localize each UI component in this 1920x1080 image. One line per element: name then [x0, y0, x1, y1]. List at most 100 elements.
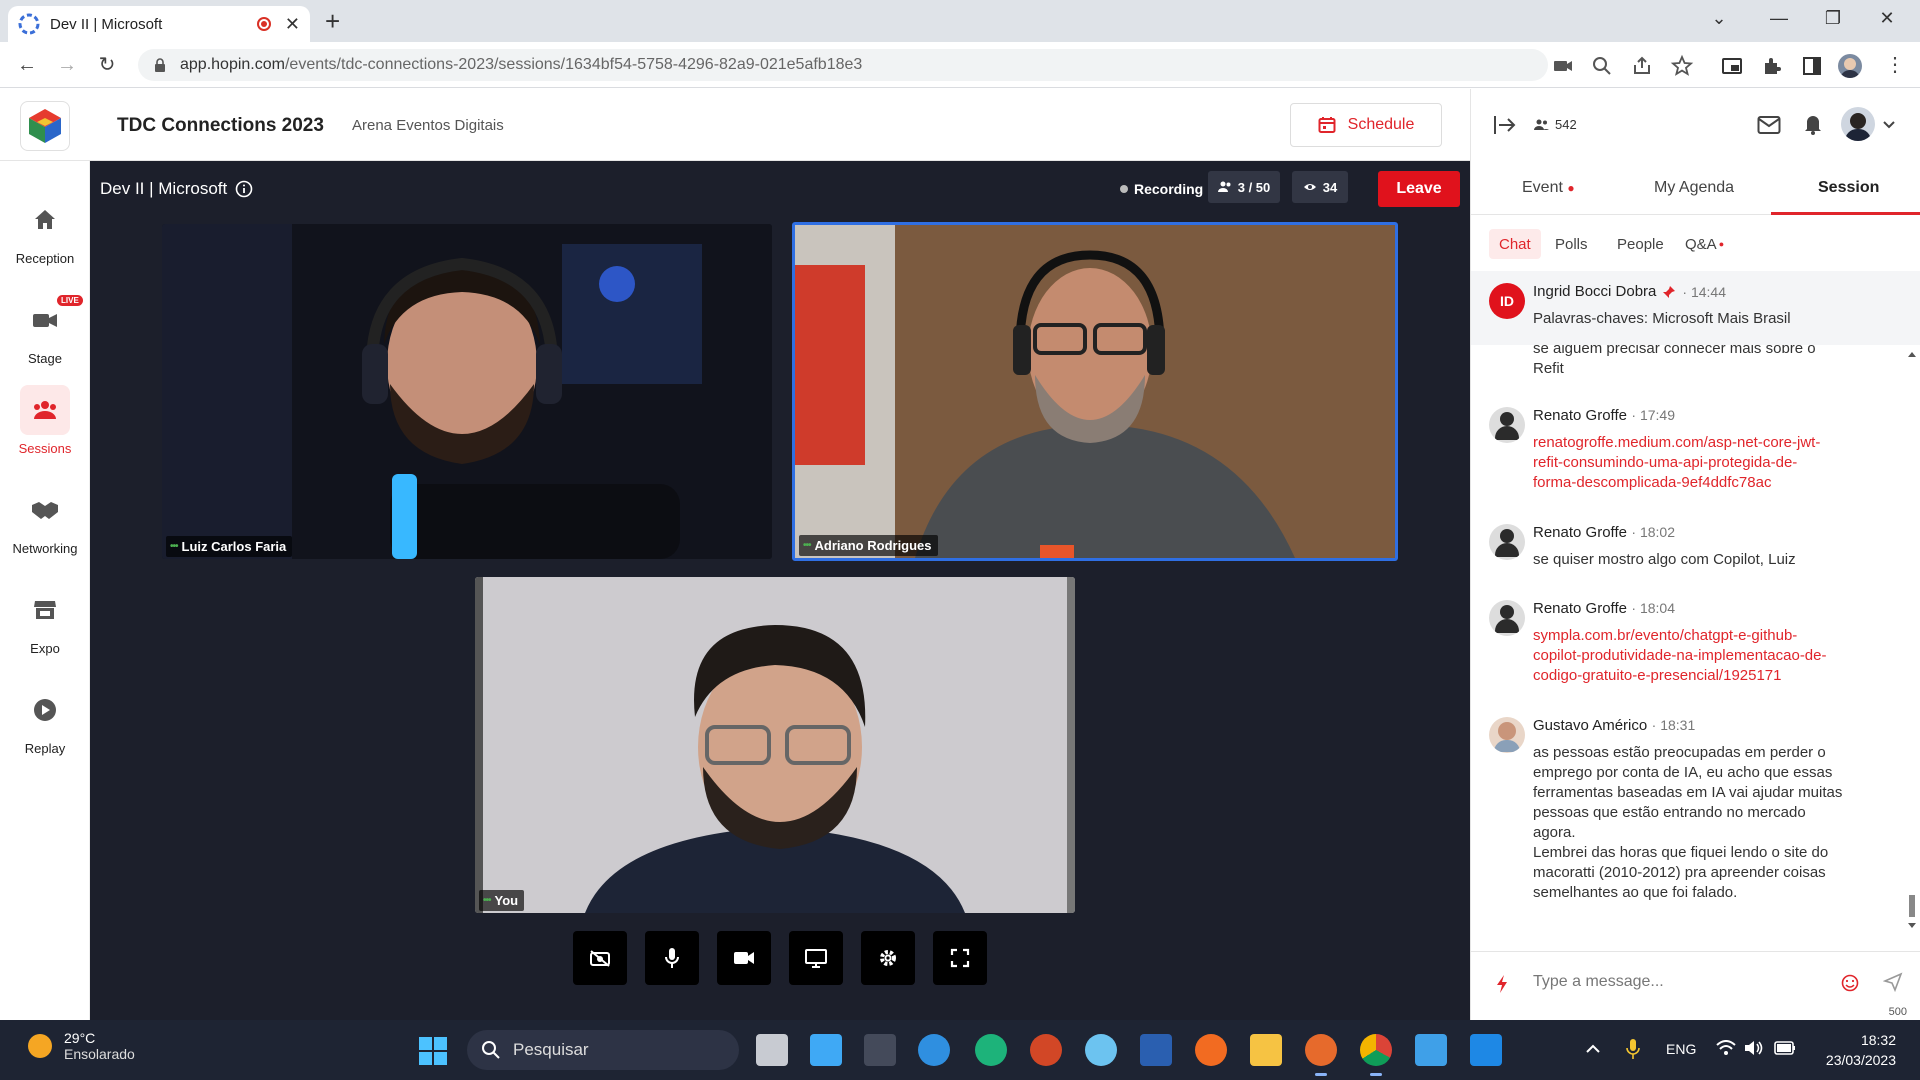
- extensions-puzzle-icon[interactable]: [1760, 54, 1784, 78]
- speaker-video-feed: [162, 224, 772, 559]
- unread-dot-icon: ●: [1718, 239, 1725, 249]
- tab-search-chevron-icon[interactable]: ⌄: [1704, 8, 1734, 29]
- nav-item-replay[interactable]: Replay: [0, 685, 90, 756]
- message-link[interactable]: codigo-gratuito-e-presencial/1925171: [1533, 666, 1898, 686]
- participant-name-label: ••• You: [479, 890, 525, 911]
- video-tile-luiz[interactable]: ••• Luiz Carlos Faria: [162, 224, 772, 559]
- message-link[interactable]: copilot-produtividade-na-implementacao-d…: [1533, 646, 1898, 666]
- video-button[interactable]: [717, 931, 771, 985]
- firefox-icon[interactable]: [1305, 1034, 1337, 1076]
- camera-toggle-button[interactable]: [573, 931, 627, 985]
- video-tile-you[interactable]: ••• You: [475, 577, 1075, 913]
- nav-item-expo[interactable]: Expo: [0, 585, 90, 656]
- microphone-icon: [665, 948, 679, 968]
- taskbar-search[interactable]: Pesquisar: [467, 1030, 739, 1070]
- event-title: TDC Connections 2023: [117, 115, 324, 136]
- attendee-count[interactable]: 542: [1533, 117, 1577, 132]
- nav-item-reception[interactable]: Reception: [0, 195, 90, 266]
- event-logo[interactable]: [20, 101, 70, 151]
- participants-count[interactable]: 3 / 50: [1208, 171, 1280, 203]
- browser-menu-icon[interactable]: ⋮: [1882, 52, 1908, 78]
- notification-bell-icon[interactable]: [1803, 113, 1823, 135]
- chevron-up-icon[interactable]: [1586, 1044, 1600, 1054]
- tab-session[interactable]: Session: [1818, 179, 1879, 197]
- restore-window-icon[interactable]: ❐: [1818, 8, 1848, 29]
- vpn-globe-icon[interactable]: [1085, 1034, 1117, 1066]
- close-tab-icon[interactable]: ✕: [285, 14, 300, 35]
- wifi-icon[interactable]: [1716, 1040, 1736, 1056]
- event-organizer[interactable]: Arena Eventos Digitais: [352, 117, 504, 134]
- message-link[interactable]: sympla.com.br/evento/chatgpt-e-github-: [1533, 626, 1898, 646]
- emoji-icon[interactable]: [1841, 974, 1859, 992]
- taskbar-clock[interactable]: 18:32 23/03/2023: [1826, 1030, 1896, 1070]
- postman-icon[interactable]: [1195, 1034, 1227, 1066]
- mail-icon[interactable]: [1757, 115, 1781, 135]
- camera-indicator-icon[interactable]: [1551, 54, 1575, 78]
- chat-messages[interactable]: se alguem precisar conhecer mais sobre o…: [1471, 345, 1903, 935]
- weather-widget[interactable]: 29°C Ensolarado: [28, 1030, 135, 1062]
- close-window-icon[interactable]: ✕: [1872, 8, 1902, 29]
- leave-button[interactable]: Leave: [1378, 171, 1460, 207]
- chrome-icon[interactable]: [1360, 1034, 1392, 1076]
- picture-in-picture-icon[interactable]: [1720, 54, 1744, 78]
- subtab-polls[interactable]: Polls: [1545, 229, 1598, 259]
- browser-profile-avatar[interactable]: [1838, 54, 1862, 78]
- nav-item-networking[interactable]: Networking: [0, 485, 90, 556]
- subtab-chat[interactable]: Chat: [1489, 229, 1541, 259]
- message-link[interactable]: refit-consumindo-uma-api-protegida-de-: [1533, 453, 1898, 473]
- microphone-in-use-icon[interactable]: [1626, 1038, 1640, 1060]
- message-line: pessoas que estão entrando no mercado: [1533, 804, 1806, 821]
- subtab-people[interactable]: People: [1607, 229, 1674, 259]
- collapse-panel-icon[interactable]: [1493, 114, 1517, 136]
- windows-start-icon[interactable]: [418, 1036, 448, 1066]
- info-icon[interactable]: [235, 180, 253, 198]
- new-tab-button[interactable]: +: [325, 6, 340, 37]
- side-panel-icon[interactable]: [1800, 54, 1824, 78]
- video-tile-adriano[interactable]: ••• Adriano Rodrigues: [792, 222, 1398, 561]
- table-app-icon[interactable]: [1140, 1034, 1172, 1066]
- message-link[interactable]: forma-descomplicada-9ef4ddfc78ac: [1533, 473, 1898, 493]
- nav-item-sessions[interactable]: Sessions: [0, 385, 90, 456]
- lightning-icon[interactable]: [1495, 974, 1509, 994]
- settings-button[interactable]: [861, 931, 915, 985]
- nav-item-stage[interactable]: LIVE Stage: [0, 295, 90, 366]
- tab-event[interactable]: Event ●: [1522, 179, 1575, 197]
- participants-value: 3 / 50: [1237, 179, 1271, 195]
- user-avatar[interactable]: [1841, 107, 1875, 141]
- powerpoint-icon[interactable]: [1030, 1034, 1062, 1066]
- tab-my-agenda[interactable]: My Agenda: [1654, 179, 1734, 197]
- reload-icon[interactable]: ↻: [94, 52, 120, 78]
- recording-dot-icon: [1120, 185, 1128, 193]
- forward-arrow-icon[interactable]: →: [54, 52, 80, 78]
- message-input[interactable]: [1533, 968, 1833, 996]
- schedule-button[interactable]: Schedule: [1290, 103, 1442, 147]
- minimize-window-icon[interactable]: —: [1764, 8, 1794, 29]
- battery-charging-icon[interactable]: [1774, 1041, 1796, 1055]
- avatar: [1489, 524, 1525, 560]
- chevron-down-icon[interactable]: [1883, 121, 1895, 129]
- browser-tab[interactable]: Dev II | Microsoft ✕: [8, 6, 310, 42]
- subtab-qa[interactable]: Q&A ●: [1675, 229, 1734, 259]
- notepad-icon[interactable]: [1415, 1034, 1447, 1066]
- azure-data-studio-icon[interactable]: [918, 1034, 950, 1066]
- screen-share-button[interactable]: [789, 931, 843, 985]
- message-link[interactable]: renatogroffe.medium.com/asp-net-core-jwt…: [1533, 433, 1898, 453]
- share-icon[interactable]: [1630, 54, 1654, 78]
- lock-icon: [155, 58, 165, 72]
- azure-storage-icon[interactable]: [810, 1034, 842, 1066]
- vscode-icon[interactable]: [1470, 1034, 1502, 1066]
- fullscreen-button[interactable]: [933, 931, 987, 985]
- zoom-icon[interactable]: [1590, 54, 1614, 78]
- input-language[interactable]: ENG: [1666, 1041, 1696, 1057]
- edge-icon[interactable]: [975, 1034, 1007, 1066]
- back-arrow-icon[interactable]: ←: [14, 52, 40, 78]
- address-bar[interactable]: app.hopin.com/events/tdc-connections-202…: [138, 49, 1548, 81]
- file-explorer-icon[interactable]: [1250, 1034, 1282, 1066]
- task-view-icon[interactable]: [756, 1034, 788, 1066]
- volume-icon[interactable]: [1744, 1040, 1764, 1056]
- bookmark-star-icon[interactable]: [1670, 54, 1694, 78]
- terminal-icon[interactable]: [864, 1034, 896, 1066]
- microphone-button[interactable]: [645, 931, 699, 985]
- send-icon[interactable]: [1883, 972, 1903, 992]
- chat-scrollbar[interactable]: [1905, 345, 1919, 935]
